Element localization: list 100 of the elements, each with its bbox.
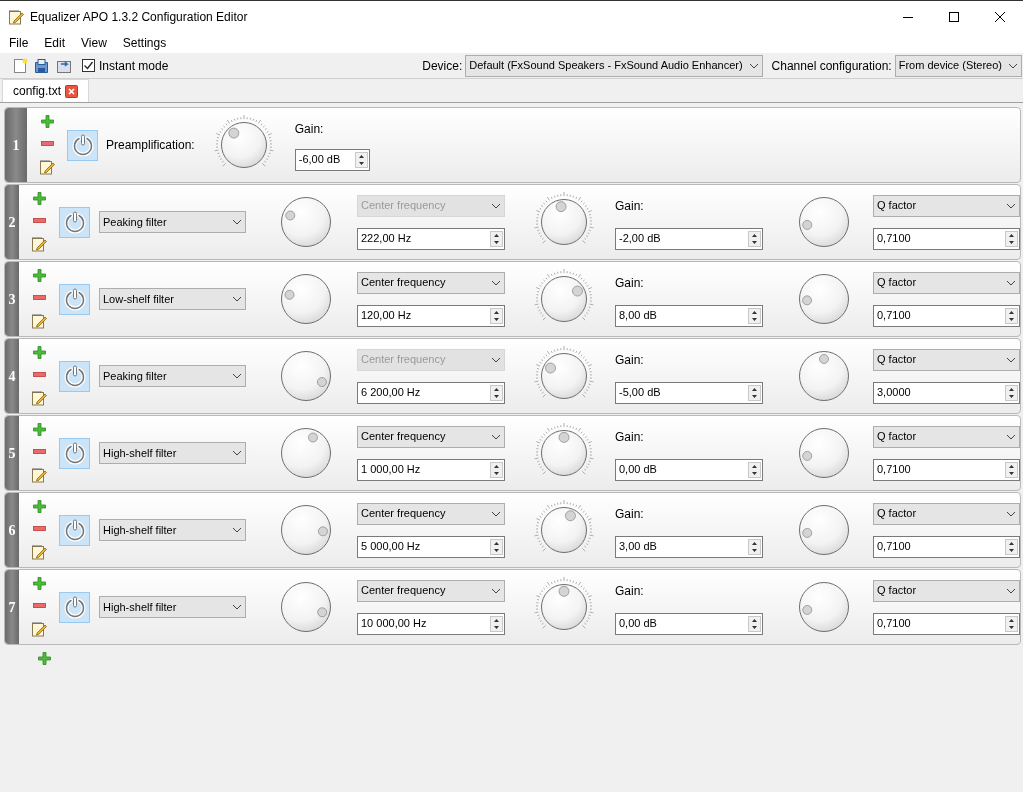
knob[interactable] xyxy=(798,273,850,325)
frequency-field[interactable]: 5 000,00 Hz xyxy=(357,535,505,558)
power-toggle[interactable] xyxy=(59,206,90,238)
add-icon[interactable] xyxy=(32,269,46,282)
remove-icon[interactable] xyxy=(32,218,46,223)
close-tab-icon[interactable] xyxy=(65,84,79,98)
spin-arrows-icon[interactable] xyxy=(1005,307,1018,324)
knob[interactable] xyxy=(798,196,850,248)
menu-item[interactable]: Edit xyxy=(37,33,73,52)
knob[interactable] xyxy=(798,427,850,479)
add-icon[interactable] xyxy=(40,115,54,128)
power-toggle[interactable] xyxy=(67,129,98,161)
frequency-mode-dropdown[interactable]: Center frequency xyxy=(357,425,505,448)
add-icon[interactable] xyxy=(32,346,46,359)
frequency-field[interactable]: 10 000,00 Hz xyxy=(357,612,505,635)
menu-item[interactable]: Settings xyxy=(115,33,174,52)
q-field[interactable]: 0,7100 xyxy=(873,535,1020,558)
notepad-pencil-icon[interactable] xyxy=(8,8,24,25)
spin-arrows-icon[interactable] xyxy=(490,384,503,401)
spin-arrows-icon[interactable] xyxy=(1005,461,1018,478)
gain-field[interactable]: 0,00 dB xyxy=(615,612,763,635)
remove-icon[interactable] xyxy=(32,372,46,377)
menu-item[interactable]: View xyxy=(74,33,114,52)
frequency-field[interactable]: 1 000,00 Hz xyxy=(357,458,505,481)
power-toggle[interactable] xyxy=(59,514,90,546)
add-icon[interactable] xyxy=(32,577,46,590)
add-icon[interactable] xyxy=(32,423,46,436)
new-file-icon[interactable] xyxy=(12,57,28,74)
gain-field[interactable]: -5,00 dB xyxy=(615,381,763,404)
knob[interactable] xyxy=(280,350,332,402)
spin-arrows-icon[interactable] xyxy=(490,538,503,555)
gain-field[interactable]: -6,00 dB xyxy=(294,148,370,171)
spin-arrows-icon[interactable] xyxy=(748,461,761,478)
add-icon[interactable] xyxy=(38,652,51,665)
q-field[interactable]: 0,7100 xyxy=(873,612,1020,635)
add-icon[interactable] xyxy=(32,500,46,513)
knob[interactable] xyxy=(798,581,850,633)
filter-type-dropdown[interactable]: Low-shelf filter xyxy=(99,288,246,310)
spin-arrows-icon[interactable] xyxy=(748,538,761,555)
knob[interactable] xyxy=(798,350,850,402)
knob[interactable] xyxy=(280,273,332,325)
frequency-field[interactable]: 120,00 Hz xyxy=(357,304,505,327)
frequency-mode-dropdown[interactable]: Center frequency xyxy=(357,579,505,602)
notepad-pencil-icon[interactable] xyxy=(31,390,47,406)
knob[interactable] xyxy=(280,196,332,248)
knob[interactable] xyxy=(798,504,850,556)
frequency-mode-dropdown[interactable]: Center frequency xyxy=(357,502,505,525)
device-dropdown[interactable]: Default (FxSound Speakers - FxSound Audio Enhancer) xyxy=(465,54,763,77)
spin-arrows-icon[interactable] xyxy=(748,230,761,247)
power-toggle[interactable] xyxy=(59,437,90,469)
spin-arrows-icon[interactable] xyxy=(490,307,503,324)
q-mode-dropdown[interactable]: Q factor xyxy=(873,502,1020,525)
gain-field[interactable]: -2,00 dB xyxy=(615,227,763,250)
remove-icon[interactable] xyxy=(32,449,46,454)
remove-icon[interactable] xyxy=(32,603,46,608)
save-icon[interactable] xyxy=(34,57,50,74)
q-field[interactable]: 0,7100 xyxy=(873,227,1020,250)
spin-arrows-icon[interactable] xyxy=(1005,230,1018,247)
q-field[interactable]: 0,7100 xyxy=(873,304,1020,327)
frequency-mode-dropdown[interactable]: Center frequency xyxy=(357,271,505,294)
q-mode-dropdown[interactable]: Q factor xyxy=(873,348,1020,371)
gain-field[interactable]: 0,00 dB xyxy=(615,458,763,481)
remove-icon[interactable] xyxy=(40,141,54,146)
q-field[interactable]: 0,7100 xyxy=(873,458,1020,481)
filter-type-dropdown[interactable]: Peaking filter xyxy=(99,211,246,233)
q-mode-dropdown[interactable]: Q factor xyxy=(873,194,1020,217)
q-mode-dropdown[interactable]: Q factor xyxy=(873,425,1020,448)
spin-arrows-icon[interactable] xyxy=(490,461,503,478)
remove-icon[interactable] xyxy=(32,295,46,300)
spin-arrows-icon[interactable] xyxy=(748,307,761,324)
frequency-field[interactable]: 6 200,00 Hz xyxy=(357,381,505,404)
filter-type-dropdown[interactable]: High-shelf filter xyxy=(99,596,246,618)
notepad-pencil-icon[interactable] xyxy=(31,544,47,560)
frequency-field[interactable]: 222,00 Hz xyxy=(357,227,505,250)
knob[interactable] xyxy=(280,581,332,633)
filter-type-dropdown[interactable]: Peaking filter xyxy=(99,365,246,387)
knob[interactable] xyxy=(280,504,332,556)
spin-arrows-icon[interactable] xyxy=(1005,615,1018,632)
add-icon[interactable] xyxy=(32,192,46,205)
notepad-pencil-icon[interactable] xyxy=(31,621,47,637)
q-mode-dropdown[interactable]: Q factor xyxy=(873,271,1020,294)
gain-field[interactable]: 8,00 dB xyxy=(615,304,763,327)
notepad-pencil-icon[interactable] xyxy=(31,467,47,483)
spin-arrows-icon[interactable] xyxy=(748,384,761,401)
q-mode-dropdown[interactable]: Q factor xyxy=(873,579,1020,602)
spin-arrows-icon[interactable] xyxy=(748,615,761,632)
filter-type-dropdown[interactable]: High-shelf filter xyxy=(99,519,246,541)
remove-icon[interactable] xyxy=(32,526,46,531)
spin-arrows-icon[interactable] xyxy=(354,151,368,168)
filter-type-dropdown[interactable]: High-shelf filter xyxy=(99,442,246,464)
notepad-pencil-icon[interactable] xyxy=(39,159,55,175)
notepad-pencil-icon[interactable] xyxy=(31,236,47,252)
gain-field[interactable]: 3,00 dB xyxy=(615,535,763,558)
spin-arrows-icon[interactable] xyxy=(1005,384,1018,401)
spin-arrows-icon[interactable] xyxy=(1005,538,1018,555)
spin-arrows-icon[interactable] xyxy=(490,230,503,247)
file-tab[interactable]: config.txt xyxy=(2,79,90,102)
power-toggle[interactable] xyxy=(59,591,90,623)
knob[interactable] xyxy=(280,427,332,479)
spin-arrows-icon[interactable] xyxy=(490,615,503,632)
